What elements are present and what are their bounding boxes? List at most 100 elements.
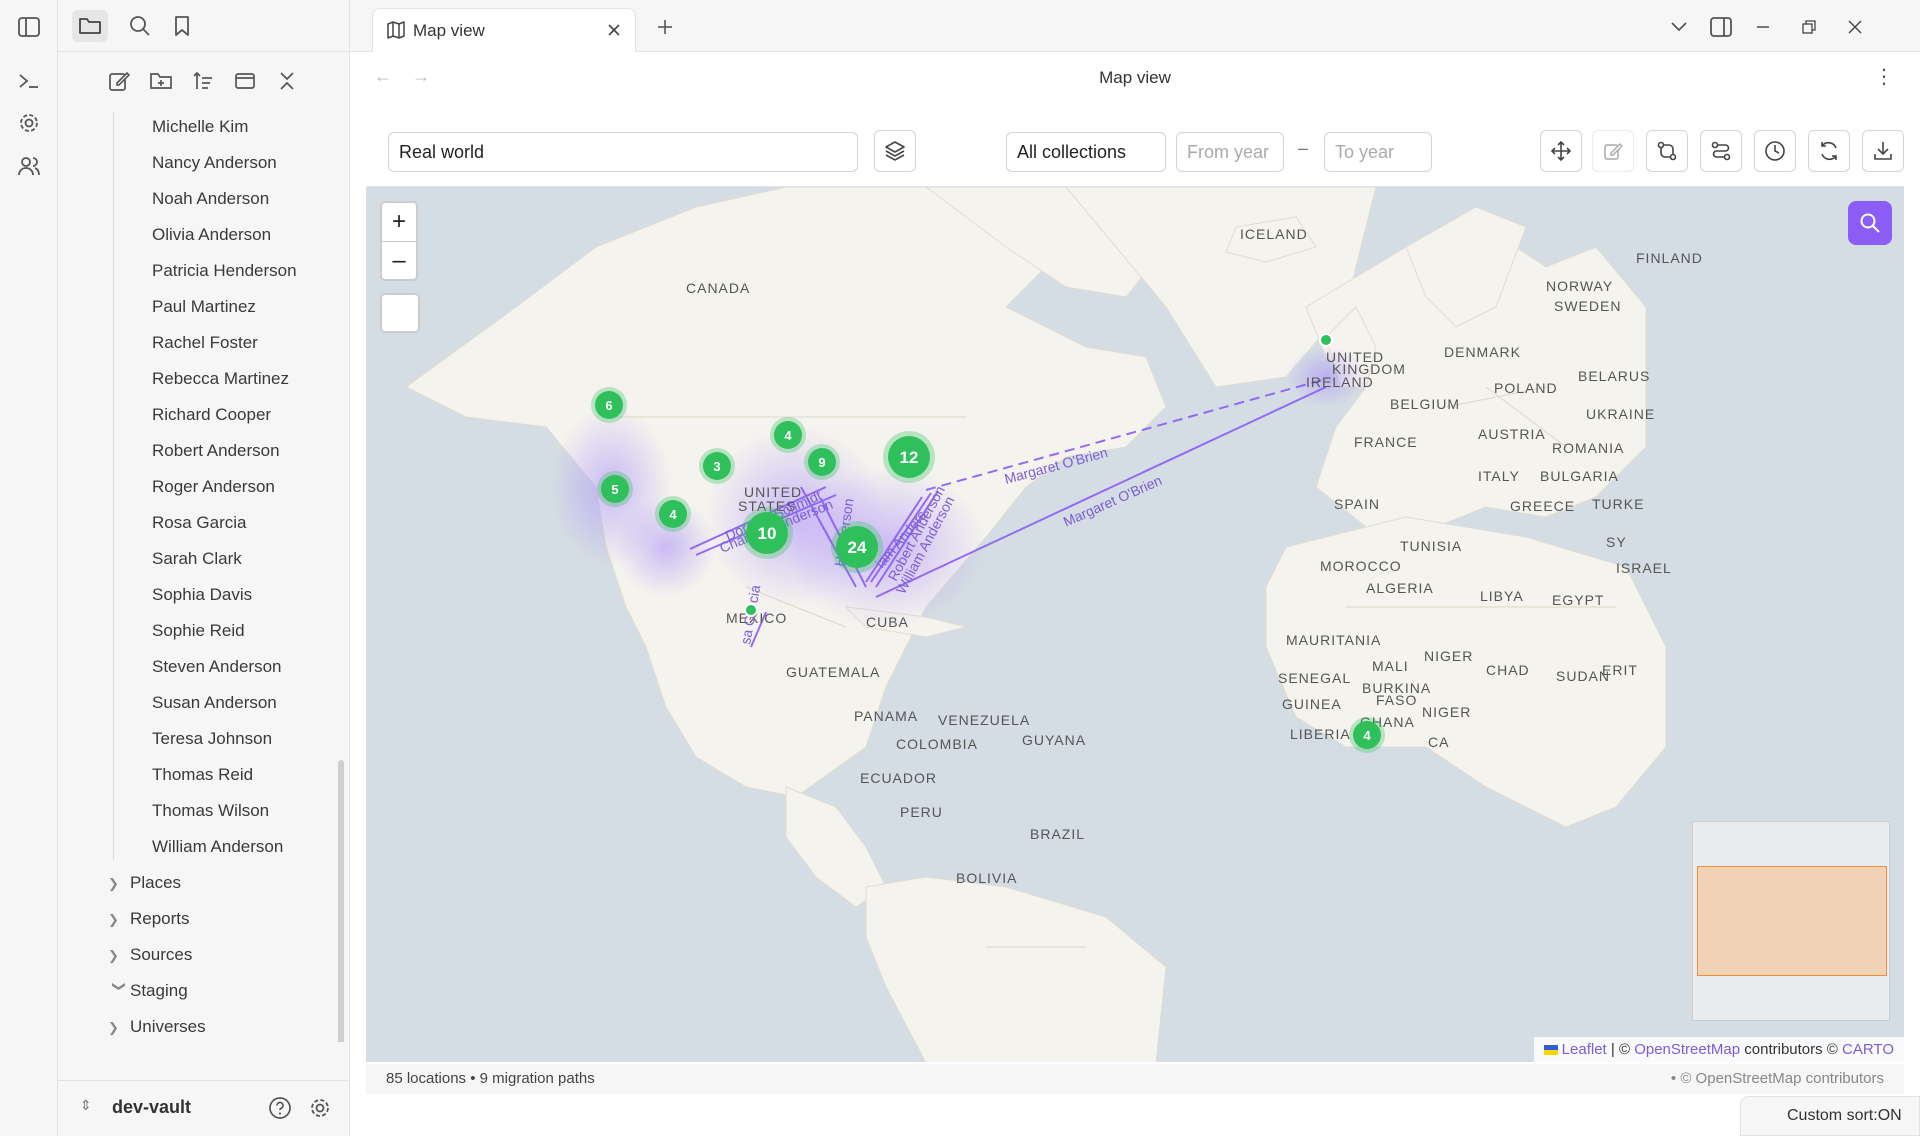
pan-move-icon[interactable]	[1540, 130, 1582, 172]
sidebar-toggle-icon[interactable]	[14, 12, 44, 42]
cluster-count: 4	[1363, 728, 1371, 743]
collection-select[interactable]: All collections	[1006, 132, 1166, 172]
layer-control-button[interactable]	[380, 293, 420, 333]
list-item[interactable]: Robert Anderson	[152, 436, 280, 466]
tab-map-view[interactable]: Map view	[372, 8, 636, 52]
bookmark-icon[interactable]	[164, 10, 200, 42]
sort-order-icon[interactable]	[188, 66, 218, 96]
folder-universes[interactable]: ❯ Universes	[108, 1012, 206, 1042]
country-label: NIGER	[1422, 704, 1471, 720]
zoom-in-button[interactable]: +	[382, 203, 416, 241]
cluster-count: 5	[611, 482, 618, 497]
refresh-icon[interactable]	[1808, 130, 1850, 172]
close-window-icon[interactable]	[1840, 12, 1870, 42]
list-item[interactable]: Noah Anderson	[152, 184, 269, 214]
country-label: GREECE	[1510, 498, 1575, 514]
collapse-all-icon[interactable]	[272, 66, 302, 96]
file-tree: Michelle Kim Nancy Anderson Noah Anderso…	[58, 112, 350, 1042]
tree-scrollbar[interactable]	[338, 760, 344, 1042]
clock-icon[interactable]	[1754, 130, 1796, 172]
folder-sources[interactable]: ❯ Sources	[108, 940, 192, 970]
tab-list-chevron-icon[interactable]	[1664, 12, 1694, 42]
folder-staging[interactable]: ❯ Staging	[108, 976, 188, 1006]
help-icon[interactable]	[266, 1094, 294, 1122]
chevron-right-icon: ❯	[108, 948, 119, 963]
vault-chevron-icon[interactable]: ⇕	[80, 1097, 92, 1114]
list-item[interactable]: Susan Anderson	[152, 688, 277, 718]
folder-icon[interactable]	[72, 10, 108, 42]
list-item[interactable]: Roger Anderson	[152, 472, 275, 502]
folder-label: Reports	[130, 909, 190, 928]
country-label: LIBYA	[1480, 588, 1524, 604]
minimap[interactable]	[1692, 821, 1890, 1021]
list-item[interactable]: Thomas Wilson	[152, 796, 269, 826]
list-item[interactable]: Teresa Johnson	[152, 724, 272, 754]
layers-icon[interactable]	[874, 130, 916, 172]
list-item[interactable]: Nancy Anderson	[152, 148, 277, 178]
terminal-icon[interactable]	[14, 66, 44, 96]
people-icon[interactable]	[14, 151, 44, 181]
folder-reports[interactable]: ❯ Reports	[108, 904, 190, 934]
vault-name[interactable]: dev-vault	[112, 1097, 191, 1118]
new-note-icon[interactable]	[104, 66, 134, 96]
cluster-marker: 5	[597, 471, 633, 507]
sort-status-badge[interactable]: Custom sort:ON	[1740, 1096, 1920, 1136]
list-item[interactable]: Rachel Foster	[152, 328, 258, 358]
country-label: BELGIUM	[1390, 396, 1460, 412]
list-item[interactable]: Richard Cooper	[152, 400, 271, 430]
more-options-icon[interactable]: ⋮	[1874, 64, 1894, 89]
cluster-marker: 24	[831, 521, 883, 573]
minimap-viewport-rect[interactable]	[1697, 866, 1887, 976]
cluster-marker: 4	[770, 417, 806, 453]
list-item[interactable]: Sarah Clark	[152, 544, 242, 574]
country-label: FASO	[1376, 692, 1417, 708]
new-tab-plus-icon[interactable]	[652, 14, 678, 40]
settings-gear-icon[interactable]	[14, 108, 44, 138]
map-search-button[interactable]	[1848, 201, 1892, 245]
download-icon[interactable]	[1862, 130, 1904, 172]
country-label: BULGARIA	[1540, 468, 1619, 484]
minimize-icon[interactable]	[1748, 12, 1778, 42]
edit-icon[interactable]	[1592, 130, 1634, 172]
list-item[interactable]: Steven Anderson	[152, 652, 281, 682]
list-item[interactable]: Rosa Garcia	[152, 508, 246, 538]
auto-reveal-icon[interactable]	[230, 66, 260, 96]
restore-icon[interactable]	[1794, 12, 1824, 42]
chevron-right-icon: ❯	[108, 876, 119, 891]
map-selector[interactable]: Real world	[388, 132, 858, 172]
leaflet-link[interactable]: Leaflet	[1562, 1041, 1607, 1058]
vault-settings-icon[interactable]	[306, 1094, 334, 1122]
zoom-out-button[interactable]: –	[382, 241, 416, 279]
country-label: CUBA	[866, 614, 909, 630]
map-toolbar: Real world All collections From year – T…	[350, 128, 1920, 176]
list-item[interactable]: Paul Martinez	[152, 292, 256, 322]
list-item[interactable]: Sophie Reid	[152, 616, 245, 646]
country-label: IRELAND	[1306, 374, 1374, 390]
from-year-input[interactable]: From year	[1176, 132, 1284, 172]
list-item[interactable]: Olivia Anderson	[152, 220, 271, 250]
search-icon[interactable]	[122, 10, 158, 42]
folder-places[interactable]: ❯ Places	[108, 868, 181, 898]
route-icon[interactable]	[1700, 130, 1742, 172]
list-item[interactable]: Thomas Reid	[152, 760, 253, 790]
list-item[interactable]: Michelle Kim	[152, 112, 248, 142]
carto-link[interactable]: CARTO	[1842, 1041, 1894, 1058]
folder-label: Sources	[130, 945, 193, 964]
list-item[interactable]: Sophia Davis	[152, 580, 252, 610]
tab-title: Map view	[413, 21, 485, 40]
to-year-input[interactable]: To year	[1324, 132, 1432, 172]
branch-compare-icon[interactable]	[1646, 130, 1688, 172]
list-item[interactable]: Patricia Henderson	[152, 256, 297, 286]
list-item[interactable]: Rebecca Martinez	[152, 364, 289, 394]
year-range-dash: –	[1298, 138, 1309, 158]
map-status-bar: 85 locations • 9 migration paths • © Ope…	[366, 1064, 1904, 1094]
ukraine-flag-icon	[1543, 1045, 1558, 1056]
location-marker	[1319, 333, 1333, 347]
list-item[interactable]: William Anderson	[152, 832, 283, 862]
close-icon[interactable]	[603, 19, 625, 41]
new-folder-icon[interactable]	[146, 66, 176, 96]
map-canvas[interactable]: ICELAND FINLAND NORWAY SWEDEN CANADA DEN…	[366, 186, 1904, 1062]
country-label: ERIT	[1602, 662, 1638, 678]
osm-link[interactable]: OpenStreetMap	[1634, 1041, 1740, 1058]
right-sidebar-toggle-icon[interactable]	[1706, 12, 1736, 42]
